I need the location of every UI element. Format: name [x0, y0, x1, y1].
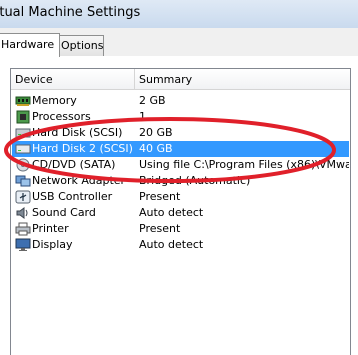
- device-name: Hard Disk (SCSI): [32, 126, 123, 139]
- device-summary: Bridged (Automatic): [139, 174, 251, 187]
- window-title: rtual Machine Settings: [0, 5, 141, 20]
- processor-icon: [15, 110, 31, 124]
- title-bar: rtual Machine Settings: [0, 0, 358, 29]
- device-name: Display: [32, 238, 73, 251]
- device-name: USB Controller: [32, 190, 113, 203]
- column-header-device[interactable]: Device: [15, 73, 53, 86]
- device-summary: Present: [139, 222, 181, 235]
- tab-options[interactable]: Options: [56, 35, 104, 56]
- network-adapter-icon: [15, 174, 31, 188]
- device-summary: 40 GB: [139, 142, 173, 155]
- device-row-processors[interactable]: Processors 1: [12, 109, 349, 125]
- device-name: Hard Disk 2 (SCSI): [32, 142, 133, 155]
- device-name: CD/DVD (SATA): [32, 158, 116, 171]
- memory-icon: [15, 94, 31, 108]
- usb-icon: [15, 190, 31, 204]
- device-summary: Using file C:\Program Files (x86)\VMwa..…: [139, 158, 349, 171]
- hard-disk-icon: [15, 142, 31, 156]
- device-summary: 2 GB: [139, 94, 166, 107]
- device-name: Processors: [32, 110, 91, 123]
- device-row-display[interactable]: Display Auto detect: [12, 237, 349, 253]
- printer-icon: [15, 222, 31, 236]
- display-icon: [15, 238, 31, 252]
- device-row-hard-disk-2[interactable]: Hard Disk 2 (SCSI) 40 GB: [12, 141, 349, 157]
- column-separator[interactable]: [134, 69, 135, 89]
- device-summary: 20 GB: [139, 126, 173, 139]
- device-row-hard-disk[interactable]: Hard Disk (SCSI) 20 GB: [12, 125, 349, 141]
- device-summary: Auto detect: [139, 238, 204, 251]
- device-name: Printer: [32, 222, 69, 235]
- device-name: Memory: [32, 94, 77, 107]
- device-summary: 1: [139, 110, 146, 123]
- hard-disk-icon: [15, 126, 31, 140]
- device-row-usb-controller[interactable]: USB Controller Present: [12, 189, 349, 205]
- device-row-network-adapter[interactable]: Network Adapter Bridged (Automatic): [12, 173, 349, 189]
- device-name: Network Adapter: [32, 174, 126, 187]
- device-row-cd-dvd[interactable]: CD/DVD (SATA) Using file C:\Program File…: [12, 157, 349, 173]
- device-summary: Auto detect: [139, 206, 204, 219]
- list-header: Device Summary: [11, 69, 350, 90]
- device-row-printer[interactable]: Printer Present: [12, 221, 349, 237]
- device-list[interactable]: Device Summary Memory 2 GB Processors 1 …: [10, 68, 351, 355]
- device-name: Sound Card: [32, 206, 96, 219]
- device-summary: Present: [139, 190, 181, 203]
- tab-hardware[interactable]: Hardware: [0, 33, 60, 57]
- speaker-icon: [15, 206, 31, 220]
- device-row-memory[interactable]: Memory 2 GB: [12, 93, 349, 109]
- device-row-sound-card[interactable]: Sound Card Auto detect: [12, 205, 349, 221]
- column-header-summary[interactable]: Summary: [139, 73, 192, 86]
- cd-dvd-icon: [15, 158, 31, 172]
